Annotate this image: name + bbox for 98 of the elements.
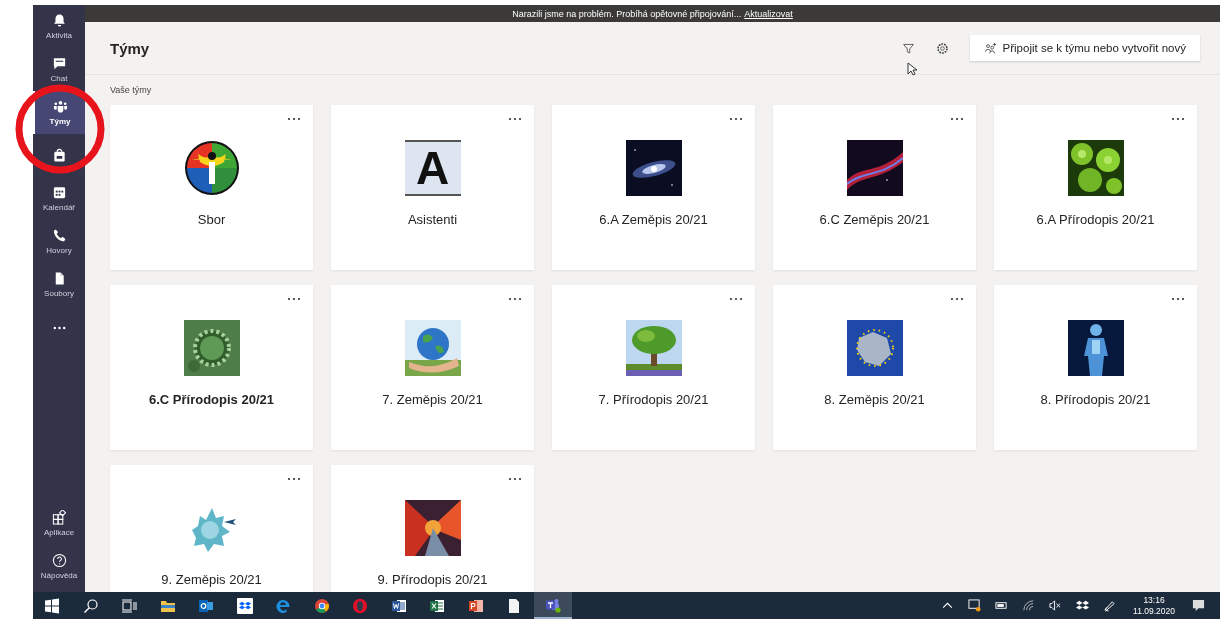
team-card[interactable]: 6.C Přírodopis 20/21 — [110, 285, 313, 450]
more-options-button[interactable] — [506, 295, 524, 303]
rail-item[interactable]: Hovory — [33, 220, 85, 263]
team-name: 8. Zeměpis 20/21 — [824, 392, 925, 407]
team-name: 9. Přírodopis 20/21 — [377, 572, 488, 587]
team-card[interactable]: 6.C Zeměpis 20/21 — [773, 105, 976, 270]
bag-icon — [51, 148, 67, 163]
bell-icon — [51, 13, 67, 28]
clock-time: 13:16 — [1143, 594, 1165, 606]
windows-icon — [44, 597, 61, 614]
rail-item[interactable]: Aktivita — [33, 5, 85, 48]
team-name: 7. Zeměpis 20/21 — [382, 392, 483, 407]
phone-icon — [51, 228, 67, 243]
more-options-button[interactable] — [948, 295, 966, 303]
more-options-button[interactable] — [727, 295, 745, 303]
team-name: 6.A Zeměpis 20/21 — [599, 212, 708, 227]
browser-icon — [313, 597, 330, 614]
more-icon — [287, 477, 301, 481]
page-title: Týmy — [110, 39, 150, 57]
taskbar-app-button[interactable] — [533, 592, 572, 619]
team-card[interactable]: Sbor — [110, 105, 313, 270]
team-name: Sbor — [197, 212, 226, 227]
rail-item[interactable]: Soubory — [33, 263, 85, 306]
team-name: Asistenti — [407, 212, 458, 227]
apps-icon — [51, 510, 67, 525]
notification-icon — [1192, 599, 1205, 612]
rail-item[interactable]: Aplikace — [33, 502, 85, 545]
chat-icon — [51, 56, 67, 71]
battery-icon — [995, 599, 1009, 612]
box-app-icon — [1076, 599, 1090, 612]
pen-icon — [1103, 599, 1117, 612]
more-icon — [950, 117, 964, 121]
clock-date: 11.09.2020 — [1133, 605, 1175, 617]
filter-icon — [902, 41, 916, 55]
monitor-icon — [968, 599, 982, 612]
team-card[interactable]: 7. Zeměpis 20/21 — [331, 285, 534, 450]
more-icon — [51, 325, 67, 330]
people-app-icon — [544, 596, 561, 613]
team-name: 8. Přírodopis 20/21 — [1040, 392, 1151, 407]
more-options-button[interactable] — [285, 295, 303, 303]
more-icon — [1171, 117, 1185, 121]
team-card[interactable]: 7. Přírodopis 20/21 — [552, 285, 755, 450]
search-icon — [82, 597, 99, 614]
rail-item[interactable]: Nápověda — [33, 545, 85, 588]
more-options-button[interactable] — [727, 115, 745, 123]
document-app-icon — [390, 597, 407, 614]
more-options-button[interactable] — [285, 115, 303, 123]
team-logo — [183, 140, 240, 196]
more-options-button[interactable] — [506, 475, 524, 483]
spreadsheet-app-icon — [429, 597, 446, 614]
team-card[interactable]: 8. Zeměpis 20/21 — [773, 285, 976, 450]
team-name: 9. Zeměpis 20/21 — [161, 572, 262, 587]
team-card[interactable]: 8. Přírodopis 20/21 — [994, 285, 1197, 450]
more-icon — [287, 297, 301, 301]
join-team-button[interactable]: Připojit se k týmu nebo vytvořit nový — [969, 35, 1200, 61]
team-name: 6.C Přírodopis 20/21 — [149, 392, 274, 407]
box-app-icon — [236, 597, 253, 614]
browser-icon — [275, 597, 292, 614]
rail-item[interactable]: Chat — [33, 48, 85, 91]
browser-icon — [352, 597, 369, 614]
team-card[interactable]: 9. Přírodopis 20/21 — [331, 465, 534, 592]
more-options-button[interactable] — [948, 115, 966, 123]
more-icon — [508, 297, 522, 301]
more-icon — [508, 117, 522, 121]
more-icon — [508, 477, 522, 481]
more-icon — [729, 297, 743, 301]
more-options-button[interactable] — [506, 115, 524, 123]
team-card[interactable]: 6.A Zeměpis 20/21 — [552, 105, 755, 270]
team-card[interactable]: 6.A Přírodopis 20/21 — [994, 105, 1197, 270]
help-icon — [51, 553, 67, 568]
team-name: 6.A Přírodopis 20/21 — [1036, 212, 1155, 227]
more-options-button[interactable] — [1169, 115, 1187, 123]
team-name: 7. Přírodopis 20/21 — [598, 392, 709, 407]
more-icon — [729, 117, 743, 121]
mail-app-icon — [198, 597, 215, 614]
team-card[interactable]: A Asistenti — [331, 105, 534, 270]
section-label: Vaše týmy — [110, 85, 153, 95]
team-card[interactable]: 9. Zeměpis 20/21 — [110, 465, 313, 592]
people-add-icon — [983, 41, 997, 55]
team-name: 6.C Zeměpis 20/21 — [819, 212, 930, 227]
more-icon — [1171, 297, 1185, 301]
team-letter-avatar: A — [404, 140, 461, 196]
slides-app-icon — [467, 597, 484, 614]
more-options-button[interactable] — [285, 475, 303, 483]
more-options-button[interactable] — [1169, 295, 1187, 303]
rail-item[interactable]: Kalendář — [33, 177, 85, 220]
people-icon — [52, 99, 68, 114]
update-link[interactable]: Aktualizovat — [744, 8, 793, 19]
more-icon — [287, 117, 301, 121]
settings-icon — [936, 41, 950, 55]
wifi-icon — [1022, 599, 1036, 612]
task-view-icon — [121, 597, 138, 614]
mouse-cursor — [907, 62, 917, 76]
more-icon — [950, 297, 964, 301]
banner-message: Narazili jsme na problém. Probíhá opětovné připojování... — [512, 8, 742, 19]
speaker-muted-icon — [1049, 599, 1063, 612]
calendar-icon — [51, 185, 67, 200]
rail-item[interactable]: Týmy — [33, 91, 85, 134]
